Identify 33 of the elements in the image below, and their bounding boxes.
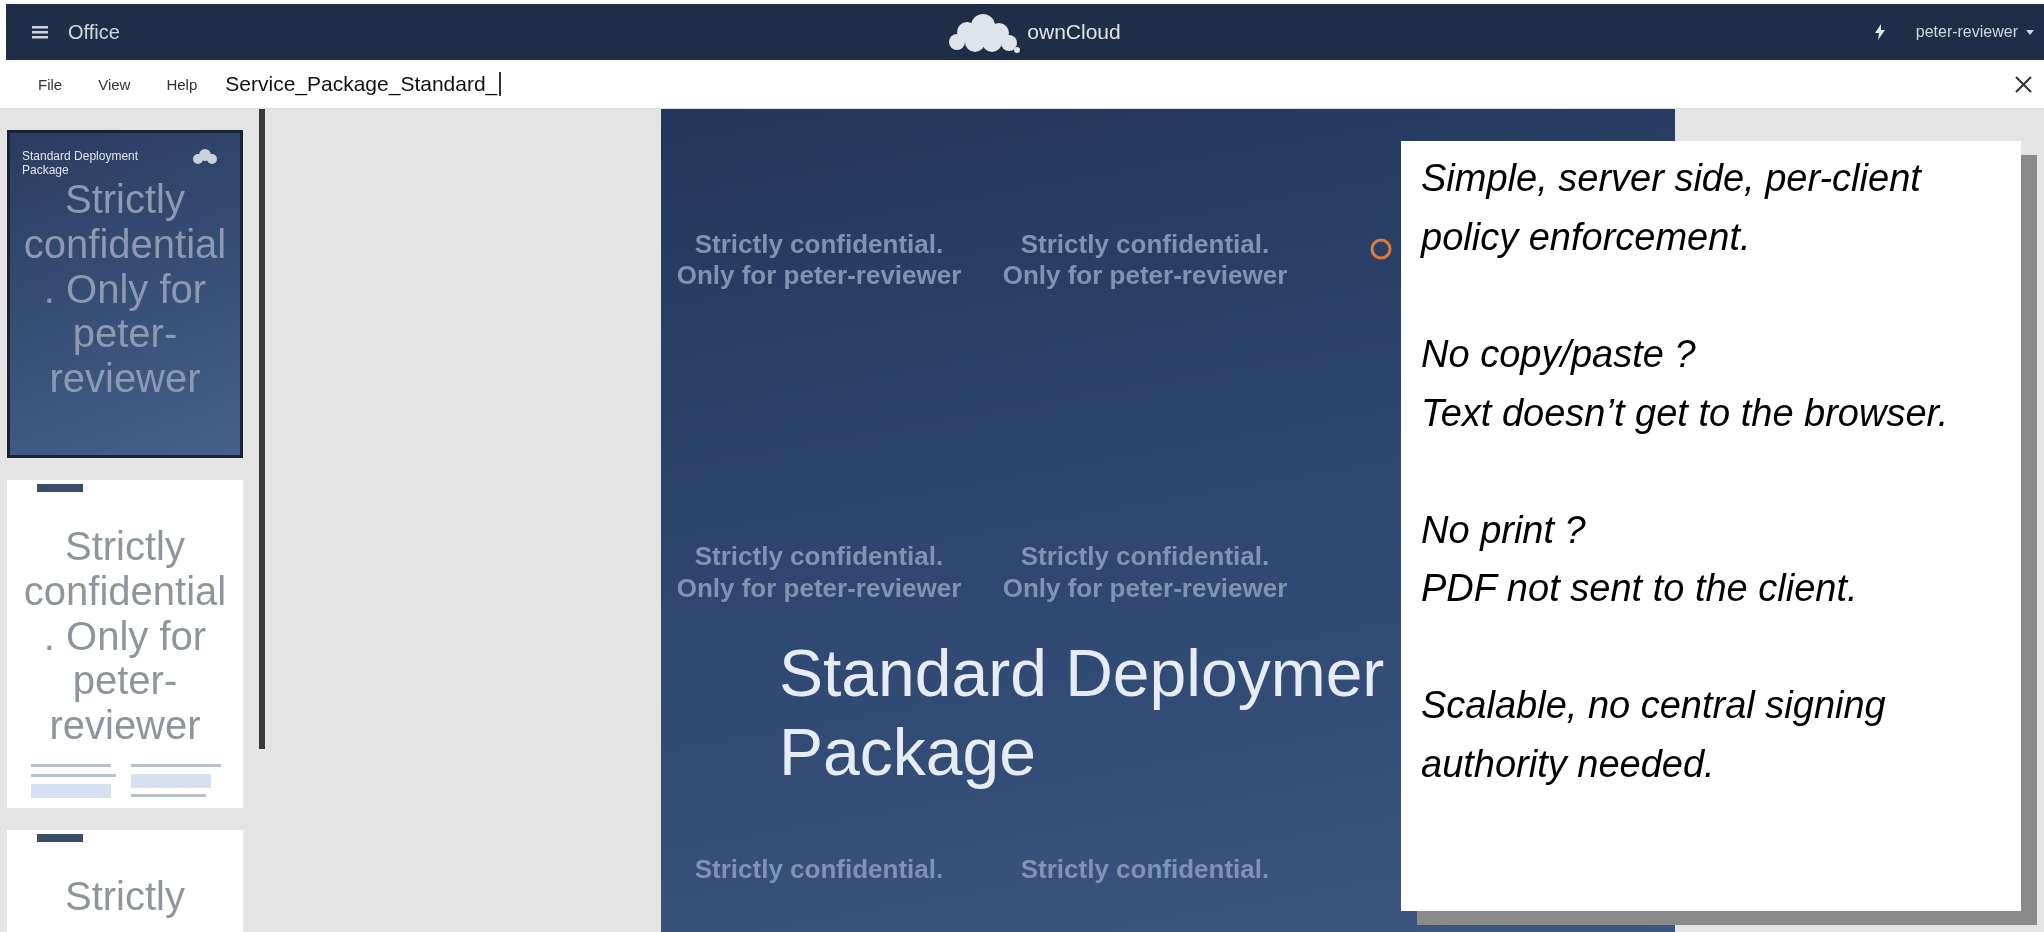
ring-icon xyxy=(1369,237,1393,261)
thumbnail-title: Standard Deployment Package xyxy=(22,149,140,178)
menu-item[interactable]: View xyxy=(98,75,131,93)
slide-title: Package xyxy=(779,714,1037,792)
callout-text: Simple, server side, per-client policy enforcement. xyxy=(1421,156,1923,260)
callout-text: No print ? PDF not sent to the client. xyxy=(1421,507,1859,612)
watermark-text: Strictly confidential. Only for peter-reviewer xyxy=(675,229,963,292)
slide-thumbnail[interactable]: Standard Deployment Package Strictly confidential. Only for peter-reviewer xyxy=(7,130,243,458)
close-icon[interactable] xyxy=(2015,75,2032,93)
lightning-icon[interactable] xyxy=(1873,24,1886,40)
callout-text: Scalable, no central signing authority needed. xyxy=(1421,683,1887,788)
watermark-text: Strictly confidential. xyxy=(1019,853,1271,885)
watermark-text: Strictly confidential. Only for peter-reviewer xyxy=(22,177,228,401)
watermark-text: Strictly confidential. Only for peter-reviewer xyxy=(1001,541,1289,604)
watermark-text: Strictly confidential. Only for peter-reviewer xyxy=(675,541,963,604)
menu-icon[interactable] xyxy=(32,25,48,39)
watermark-text: Strictly confidential. Only for peter-reviewer xyxy=(1001,229,1289,292)
menu-item[interactable]: File xyxy=(38,75,63,93)
file-name-field[interactable]: Service_Package_Standard_ xyxy=(225,72,502,96)
watermark-text: Strictly confidential. xyxy=(693,853,945,885)
scrollbar-thumb[interactable] xyxy=(259,109,265,749)
caret-icon xyxy=(2026,29,2034,35)
brand-name: ownCloud xyxy=(1027,20,1121,45)
cloud-logo-icon xyxy=(190,147,220,165)
header-bar-icon xyxy=(37,484,83,492)
callout-text: No copy/paste ? Text doesn’t get to the browser. xyxy=(1421,331,1950,436)
slide-title: Standard Deploymer xyxy=(779,635,1385,712)
watermark-text: Strictly xyxy=(64,874,186,919)
menu-item[interactable]: Help xyxy=(166,75,198,93)
watermark-text: Strictly confidential. Only for peter-reviewer xyxy=(22,524,228,748)
app-name[interactable]: Office xyxy=(68,20,120,44)
user-menu[interactable]: peter-reviewer xyxy=(1915,23,2034,41)
header-bar-icon xyxy=(37,834,83,842)
